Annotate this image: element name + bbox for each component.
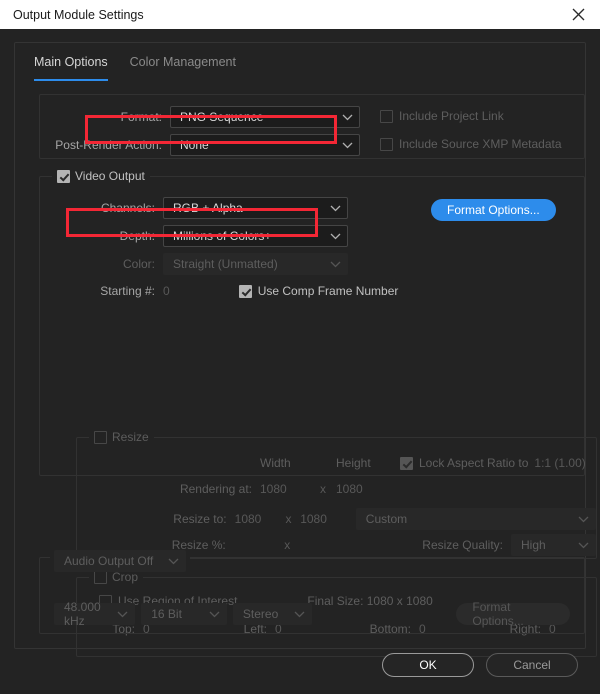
channels-dropdown[interactable]: RGB + Alpha	[163, 197, 348, 219]
chevron-down-icon	[578, 516, 589, 523]
lock-aspect-ratio-label: Lock Aspect Ratio to	[419, 456, 529, 470]
tab-color-management[interactable]: Color Management	[130, 55, 236, 81]
audio-output-mode-dropdown[interactable]: Audio Output Off	[54, 550, 186, 572]
audio-output-group: Audio Output Off 48.000 kHz 16 Bit Stere…	[39, 550, 585, 634]
audio-output-mode-value: Audio Output Off	[64, 554, 154, 568]
format-group: Format: PNG Sequence Post-Render Action:…	[39, 94, 585, 159]
chevron-down-icon	[330, 233, 341, 240]
resize-preset-dropdown[interactable]: Custom	[355, 508, 596, 530]
resize-group: Resize Width Height Lock Aspect Ratio to…	[76, 430, 597, 559]
title-bar: Output Module Settings	[0, 0, 600, 29]
resize-to-x: x	[285, 512, 292, 526]
color-dropdown[interactable]: Straight (Unmatted)	[163, 253, 348, 275]
channels-label: Channels:	[100, 201, 155, 215]
video-format-options-button[interactable]: Format Options...	[431, 199, 556, 221]
resize-preset-value: Custom	[365, 512, 408, 526]
rendering-at-x: x	[320, 482, 326, 496]
rendering-at-label: Rendering at:	[179, 482, 252, 496]
chevron-down-icon	[330, 205, 341, 212]
color-row: Color: Straight (Unmatted)	[40, 253, 584, 275]
resize-legend[interactable]: Resize	[89, 430, 154, 444]
resize-height-header: Height	[336, 456, 371, 470]
include-project-link-checkbox[interactable]	[380, 109, 393, 123]
resize-to-row: Resize to: 1080 x 1080 Custom	[77, 508, 596, 530]
resize-quality-value: High	[521, 538, 546, 552]
depth-dropdown[interactable]: Millions of Colors+	[163, 225, 348, 247]
chevron-down-icon	[209, 611, 220, 618]
cancel-button[interactable]: Cancel	[486, 653, 578, 677]
format-row: Format: PNG Sequence	[40, 106, 360, 128]
chevron-down-icon	[342, 142, 353, 149]
chevron-down-icon	[117, 611, 128, 618]
resize-to-width[interactable]: 1080	[227, 512, 281, 526]
resize-header-row: Width Height Lock Aspect Ratio to 1:1 (1…	[77, 456, 596, 470]
close-icon[interactable]	[556, 0, 600, 29]
depth-dropdown-value: Millions of Colors+	[173, 229, 272, 243]
color-dropdown-value: Straight (Unmatted)	[173, 257, 278, 271]
format-dropdown-value: PNG Sequence	[180, 110, 264, 124]
lock-aspect-ratio-checkbox[interactable]	[400, 456, 413, 470]
video-output-legend[interactable]: Video Output	[52, 169, 150, 183]
video-output-checkbox[interactable]	[57, 169, 70, 183]
resize-percent-x: x	[284, 538, 291, 552]
post-render-dropdown[interactable]: None	[170, 134, 360, 156]
starting-number-label: Starting #:	[100, 284, 155, 298]
post-render-label: Post-Render Action:	[55, 138, 162, 152]
resize-legend-label: Resize	[112, 430, 149, 444]
chevron-down-icon	[168, 558, 179, 565]
use-comp-frame-number-row[interactable]: Use Comp Frame Number	[238, 284, 399, 298]
use-comp-frame-number-label: Use Comp Frame Number	[257, 284, 399, 298]
tab-panel: Main Options Color Management Format: PN…	[14, 42, 597, 657]
chevron-down-icon	[330, 261, 341, 268]
video-output-legend-label: Video Output	[75, 169, 145, 183]
chevron-down-icon	[342, 114, 353, 121]
rendering-at-row: Rendering at: 1080 x 1080	[77, 482, 596, 496]
audio-channels-value: Stereo	[242, 607, 279, 621]
include-project-link-label: Include Project Link	[399, 109, 504, 123]
resize-to-label: Resize to:	[173, 512, 227, 526]
include-xmp-label: Include Source XMP Metadata	[399, 137, 562, 151]
depth-row: Depth: Millions of Colors+	[40, 225, 584, 247]
color-label: Color:	[122, 257, 155, 271]
starting-number-row: Starting #: 0 Use Comp Frame Number	[40, 281, 584, 301]
format-dropdown[interactable]: PNG Sequence	[170, 106, 360, 128]
include-xmp-row[interactable]: Include Source XMP Metadata	[380, 137, 562, 151]
video-output-group: Video Output Channels: RGB + Alpha Depth…	[39, 169, 597, 657]
rendering-at-height: 1080	[336, 482, 363, 496]
dialog-footer: OK Cancel	[0, 636, 600, 694]
window-title: Output Module Settings	[13, 7, 144, 22]
lock-aspect-ratio-value: 1:1 (1.00)	[534, 456, 586, 470]
audio-channels-dropdown[interactable]: Stereo	[232, 603, 313, 625]
depth-label: Depth:	[119, 229, 155, 243]
tab-bar: Main Options Color Management	[25, 43, 575, 81]
include-xmp-checkbox[interactable]	[380, 137, 393, 151]
chevron-down-icon	[578, 542, 589, 549]
audio-sample-rate-dropdown[interactable]: 48.000 kHz	[54, 600, 136, 628]
audio-bit-depth-dropdown[interactable]: 16 Bit	[141, 603, 227, 625]
post-render-row: Post-Render Action: None	[40, 134, 360, 156]
resize-to-height[interactable]: 1080	[296, 512, 350, 526]
ok-button[interactable]: OK	[382, 653, 474, 677]
rendering-at-width: 1080	[260, 482, 287, 496]
audio-sample-rate-value: 48.000 kHz	[64, 600, 101, 628]
use-comp-frame-number-checkbox[interactable]	[238, 284, 252, 298]
tab-main-options[interactable]: Main Options	[34, 55, 108, 81]
channels-dropdown-value: RGB + Alpha	[173, 201, 243, 215]
format-label: Format:	[120, 110, 162, 124]
resize-quality-label: Resize Quality:	[422, 538, 503, 552]
include-project-link-row[interactable]: Include Project Link	[380, 109, 504, 123]
resize-quality-dropdown[interactable]: High	[511, 534, 596, 556]
resize-width-header: Width	[260, 456, 291, 470]
audio-format-options-button[interactable]: Format Options...	[456, 600, 570, 628]
resize-checkbox[interactable]	[94, 430, 107, 444]
chevron-down-icon	[294, 611, 305, 618]
starting-number-value[interactable]: 0	[163, 284, 170, 298]
audio-output-legend: Audio Output Off	[50, 550, 190, 572]
dialog-body: Main Options Color Management Format: PN…	[0, 29, 600, 694]
audio-bit-depth-value: 16 Bit	[151, 607, 182, 621]
audio-settings-row: 48.000 kHz 16 Bit Stereo Format Options.…	[40, 600, 584, 628]
post-render-dropdown-value: None	[180, 138, 209, 152]
lock-aspect-ratio-row[interactable]: Lock Aspect Ratio to 1:1 (1.00)	[400, 456, 586, 470]
